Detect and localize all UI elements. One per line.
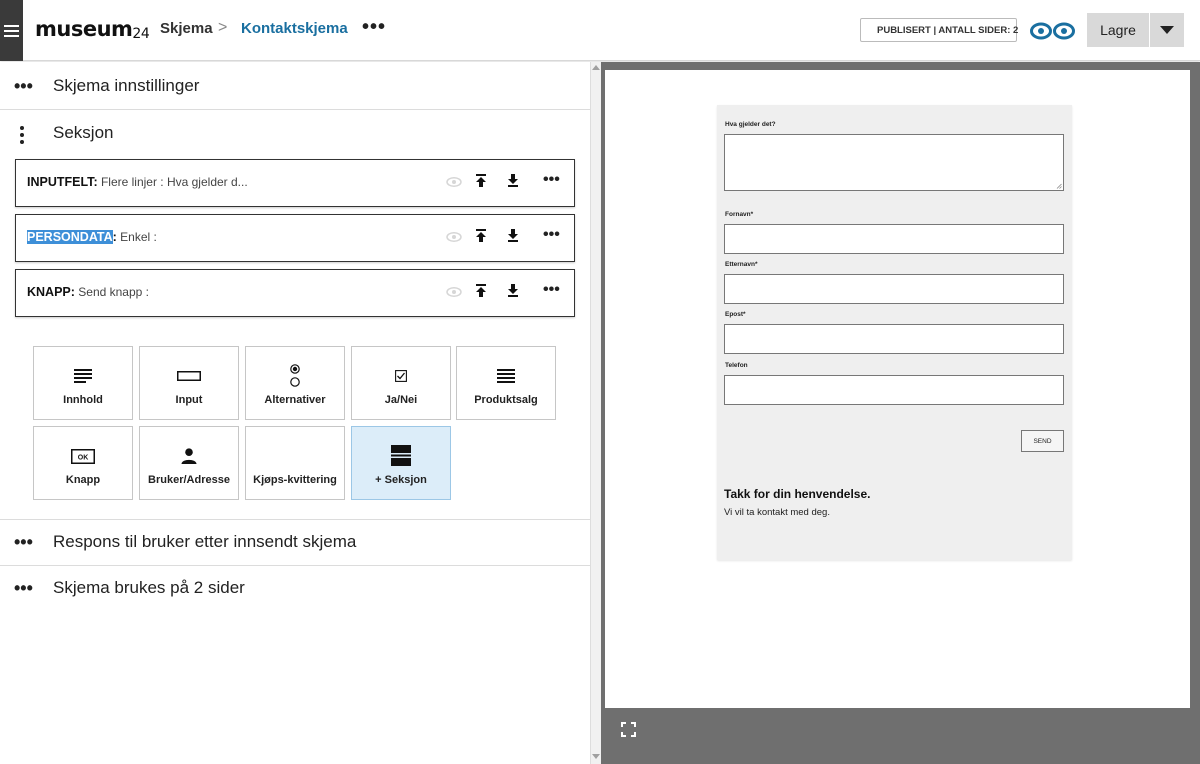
- lines-icon: [74, 368, 92, 383]
- more-dots-icon[interactable]: •••: [14, 578, 33, 599]
- ok-button-icon: OK: [71, 448, 95, 464]
- field-more-icon[interactable]: •••: [543, 226, 560, 244]
- field-row-inputfelt[interactable]: INPUTFELT: Flere linjer : Hva gjelder d.…: [15, 159, 575, 207]
- breadcrumb-skjema[interactable]: Skjema: [160, 20, 213, 37]
- lastname-input[interactable]: [724, 274, 1064, 304]
- visibility-eye-icon[interactable]: [446, 232, 462, 242]
- section-title: Seksjon: [53, 123, 114, 142]
- phone-input[interactable]: [724, 375, 1064, 405]
- tile-kjops-kvittering[interactable]: Kjøps-kvittering: [245, 426, 345, 500]
- scroll-down-arrow-icon[interactable]: [592, 754, 600, 759]
- move-up-icon[interactable]: [475, 283, 487, 298]
- form-label: Epost*: [725, 311, 746, 318]
- svg-text:OK: OK: [78, 454, 89, 461]
- scroll-up-arrow-icon[interactable]: [592, 65, 600, 70]
- checkbox-icon: [395, 370, 407, 382]
- fullscreen-icon[interactable]: [621, 722, 636, 737]
- send-button[interactable]: SEND: [1021, 430, 1064, 452]
- email-input[interactable]: [724, 324, 1064, 354]
- form-label: Hva gjelder det?: [725, 121, 776, 128]
- thanks-title: Takk for din henvendelse.: [724, 487, 871, 501]
- form-label: Telefon: [725, 362, 748, 369]
- status-badge: PUBLISERT | ANTALL SIDER: 2: [860, 18, 1019, 42]
- scrollbar[interactable]: [590, 62, 601, 764]
- hamburger-menu-icon[interactable]: [0, 0, 23, 61]
- radio-icon: [290, 364, 300, 387]
- field-row-knapp[interactable]: KNAPP: Send knapp : •••: [15, 269, 575, 317]
- settings-title: Skjema innstillinger: [53, 76, 200, 95]
- move-down-icon[interactable]: [507, 228, 519, 243]
- form-label: Etternavn*: [725, 261, 758, 268]
- message-textarea[interactable]: [724, 134, 1064, 191]
- usage-section-header[interactable]: ••• Skjema brukes på 2 sider: [0, 565, 590, 611]
- status-text: PUBLISERT | ANTALL SIDER: 2: [877, 24, 1019, 36]
- section-header[interactable]: Seksjon: [0, 110, 590, 156]
- response-section-header[interactable]: ••• Respons til bruker etter innsendt sk…: [0, 519, 590, 565]
- tile-input[interactable]: Input: [139, 346, 239, 420]
- field-more-icon[interactable]: •••: [543, 281, 560, 299]
- field-text: INPUTFELT: Flere linjer : Hva gjelder d.…: [27, 175, 248, 189]
- lines-icon: [497, 368, 515, 383]
- save-dropdown-chevron-icon[interactable]: [1150, 13, 1184, 47]
- move-up-icon[interactable]: [475, 173, 487, 188]
- more-options-icon[interactable]: •••: [362, 16, 386, 39]
- tile-add-section[interactable]: + Seksjon: [351, 426, 451, 500]
- move-down-icon[interactable]: [507, 173, 519, 188]
- field-text: KNAPP: Send knapp :: [27, 285, 149, 299]
- field-text: PERSONDATA: Enkel :: [27, 230, 157, 244]
- move-down-icon[interactable]: [507, 283, 519, 298]
- form-label: Fornavn*: [725, 211, 754, 218]
- tile-ja-nei[interactable]: Ja/Nei: [351, 346, 451, 420]
- firstname-input[interactable]: [724, 224, 1064, 254]
- selected-text: PERSONDATA: [27, 230, 113, 244]
- save-button[interactable]: Lagre: [1087, 13, 1149, 47]
- response-title: Respons til bruker etter innsendt skjema: [53, 532, 357, 551]
- move-up-icon[interactable]: [475, 228, 487, 243]
- visibility-eye-icon[interactable]: [446, 177, 462, 187]
- breadcrumb-separator: >: [218, 19, 228, 36]
- breadcrumb-kontaktskjema[interactable]: Kontaktskjema: [241, 20, 348, 37]
- tile-innhold[interactable]: Innhold: [33, 346, 133, 420]
- more-dots-icon[interactable]: •••: [14, 76, 33, 97]
- section-icon: [391, 445, 411, 466]
- museum24-logo[interactable]: museum24: [35, 17, 150, 42]
- tile-alternativer[interactable]: Alternativer: [245, 346, 345, 420]
- tile-knapp[interactable]: OK Knapp: [33, 426, 133, 500]
- resize-grip-icon[interactable]: [1056, 183, 1062, 189]
- vertical-dots-icon[interactable]: [20, 126, 24, 144]
- field-more-icon[interactable]: •••: [543, 171, 560, 189]
- settings-section-header[interactable]: ••• Skjema innstillinger: [0, 63, 590, 109]
- tile-bruker-adresse[interactable]: Bruker/Adresse: [139, 426, 239, 500]
- input-box-icon: [177, 371, 201, 381]
- person-icon: [181, 448, 197, 464]
- preview-eyes-icon[interactable]: [1030, 21, 1076, 41]
- field-row-persondata[interactable]: PERSONDATA: Enkel : •••: [15, 214, 575, 262]
- visibility-eye-icon[interactable]: [446, 287, 462, 297]
- top-bar: museum24 Skjema > Kontaktskjema ••• PUBL…: [0, 0, 1200, 61]
- thanks-text: Vi vil ta kontakt med deg.: [724, 507, 830, 518]
- more-dots-icon[interactable]: •••: [14, 532, 33, 553]
- usage-title: Skjema brukes på 2 sider: [53, 578, 245, 597]
- tile-produktsalg[interactable]: Produktsalg: [456, 346, 556, 420]
